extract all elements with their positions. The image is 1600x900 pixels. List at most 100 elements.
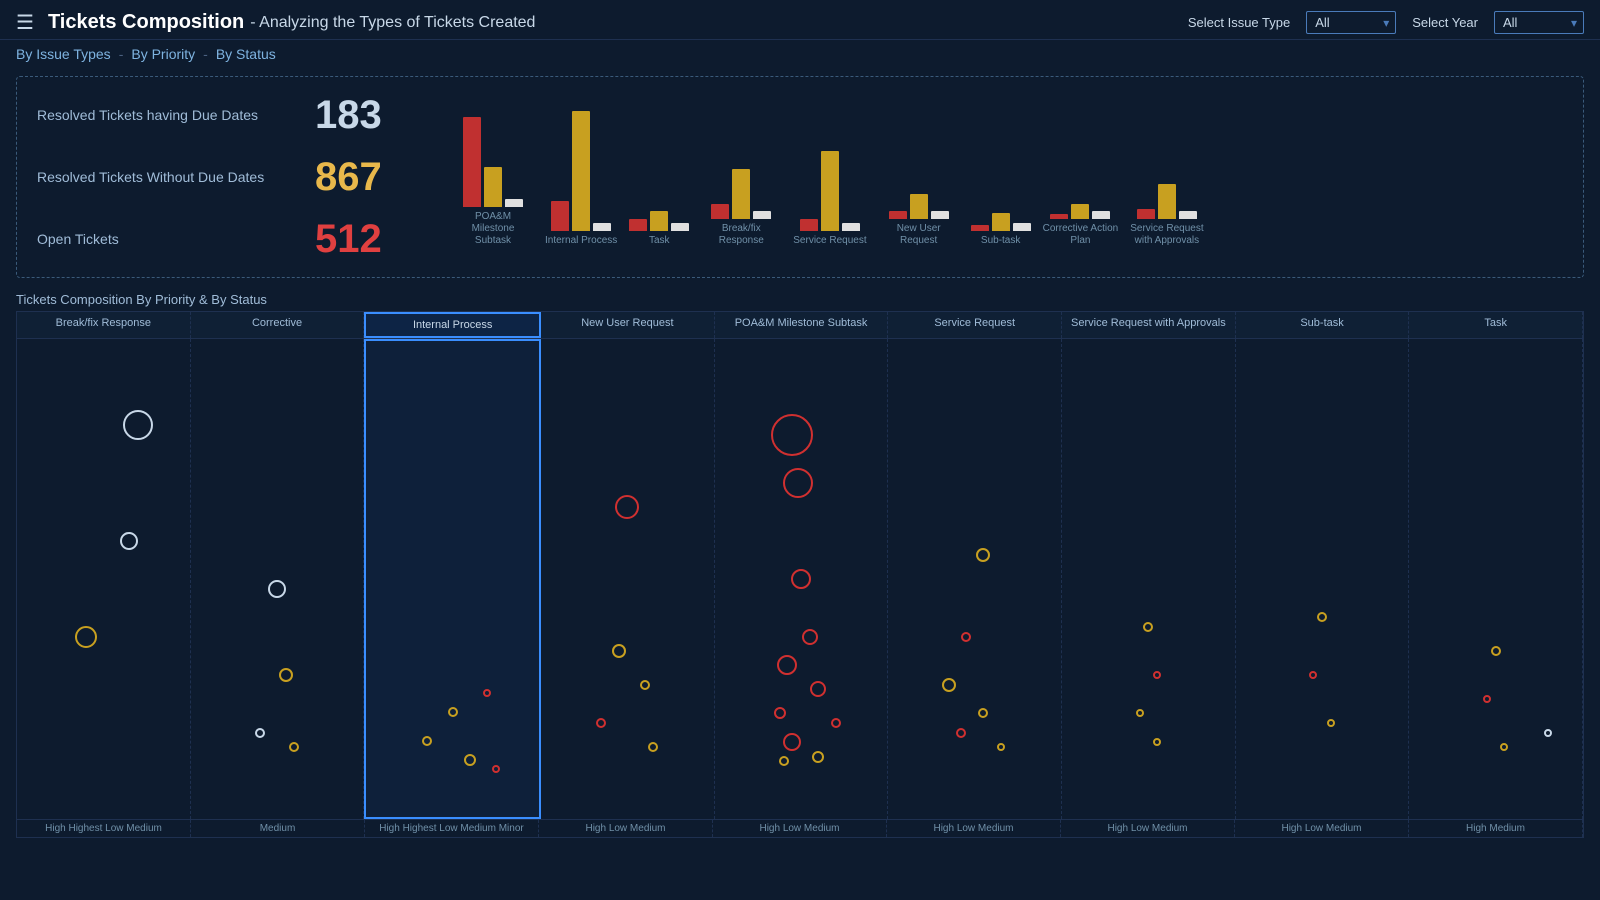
bubble-3-15 bbox=[596, 718, 606, 728]
nav-by-priority[interactable]: By Priority bbox=[131, 46, 195, 62]
bubble-1-4 bbox=[279, 668, 293, 682]
stat-label-1: Resolved Tickets Without Due Dates bbox=[37, 169, 297, 185]
stat-value-0: 183 bbox=[315, 95, 382, 135]
bubble-chart-body bbox=[17, 339, 1583, 819]
x-axis-cell-1: Medium bbox=[191, 820, 365, 837]
bar-label-8: Service Request with Approvals bbox=[1130, 223, 1203, 247]
bar-3-1 bbox=[732, 169, 750, 219]
bubble-8-42 bbox=[1483, 695, 1491, 703]
year-select[interactable]: All bbox=[1494, 11, 1584, 34]
bubble-chart-wrapper: Break/fix ResponseCorrectiveInternal Pro… bbox=[16, 311, 1584, 838]
bubble-0-2 bbox=[75, 626, 97, 648]
bar-4-0 bbox=[800, 219, 818, 231]
bubble-4-19 bbox=[791, 569, 811, 589]
bar-7-2 bbox=[1092, 211, 1110, 219]
bar-2-0 bbox=[629, 219, 647, 231]
summary-bar-chart: POA&M Milestone SubtaskInternal ProcessT… bbox=[417, 87, 1563, 267]
x-axis-cell-7: High Low Medium bbox=[1235, 820, 1409, 837]
issue-type-select[interactable]: All bbox=[1306, 11, 1396, 34]
bubble-3-13 bbox=[612, 644, 626, 658]
bar-group-8: Service Request with Approvals bbox=[1130, 184, 1203, 247]
bubble-1-5 bbox=[255, 728, 265, 738]
bar-label-5: New User Request bbox=[879, 223, 959, 247]
bar-0-1 bbox=[484, 167, 502, 207]
bubble-4-18 bbox=[783, 468, 813, 498]
col-header-4: POA&M Milestone Subtask bbox=[715, 312, 889, 338]
bubble-chart-title: Tickets Composition By Priority & By Sta… bbox=[0, 286, 1600, 311]
stat-label-0: Resolved Tickets having Due Dates bbox=[37, 107, 297, 123]
bubble-2-9 bbox=[448, 707, 458, 717]
col-header-2: Internal Process bbox=[364, 312, 541, 338]
x-axis-row: High Highest Low MediumMediumHigh Highes… bbox=[17, 819, 1583, 837]
bubble-2-10 bbox=[483, 689, 491, 697]
bubble-col-2 bbox=[364, 339, 541, 819]
bubble-5-32 bbox=[956, 728, 966, 738]
bubble-7-38 bbox=[1317, 612, 1327, 622]
x-axis-cell-3: High Low Medium bbox=[539, 820, 713, 837]
bubble-3-16 bbox=[648, 742, 658, 752]
bubble-5-33 bbox=[997, 743, 1005, 751]
bubble-5-31 bbox=[978, 708, 988, 718]
bubble-4-23 bbox=[774, 707, 786, 719]
bar-0-2 bbox=[505, 199, 523, 207]
bar-6-2 bbox=[1013, 223, 1031, 231]
bubble-0-1 bbox=[120, 532, 138, 550]
bar-group-5: New User Request bbox=[879, 194, 959, 247]
nav-links: By Issue Types - By Priority - By Status bbox=[0, 40, 1600, 68]
bubble-3-12 bbox=[615, 495, 639, 519]
bubble-2-8 bbox=[464, 754, 476, 766]
bubble-6-36 bbox=[1136, 709, 1144, 717]
bubble-7-39 bbox=[1309, 671, 1317, 679]
bubble-3-14 bbox=[640, 680, 650, 690]
bubble-4-17 bbox=[771, 414, 813, 456]
bubble-7-40 bbox=[1327, 719, 1335, 727]
col-header-3: New User Request bbox=[541, 312, 715, 338]
bar-3-0 bbox=[711, 204, 729, 219]
stat-label-2: Open Tickets bbox=[37, 231, 297, 247]
col-header-7: Sub-task bbox=[1236, 312, 1410, 338]
year-select-wrapper: All bbox=[1494, 11, 1584, 34]
bar-4-1 bbox=[821, 151, 839, 231]
bar-4-2 bbox=[842, 223, 860, 231]
x-axis-cell-8: High Medium bbox=[1409, 820, 1583, 837]
stat-row-0: Resolved Tickets having Due Dates 183 bbox=[37, 95, 417, 135]
col-headers: Break/fix ResponseCorrectiveInternal Pro… bbox=[17, 312, 1583, 339]
header-controls: Select Issue Type All Select Year All bbox=[1188, 11, 1584, 34]
bubble-1-6 bbox=[289, 742, 299, 752]
bubble-col-6 bbox=[1062, 339, 1236, 819]
stat-value-1: 867 bbox=[315, 157, 382, 197]
bubble-8-43 bbox=[1500, 743, 1508, 751]
col-header-6: Service Request with Approvals bbox=[1062, 312, 1236, 338]
bar-group-1: Internal Process bbox=[545, 111, 617, 247]
bubble-0-0 bbox=[123, 410, 153, 440]
bar-6-0 bbox=[971, 225, 989, 231]
bubble-6-35 bbox=[1153, 671, 1161, 679]
nav-by-status[interactable]: By Status bbox=[216, 46, 276, 62]
stat-row-1: Resolved Tickets Without Due Dates 867 bbox=[37, 157, 417, 197]
bubble-col-7 bbox=[1236, 339, 1410, 819]
bar-label-3: Break/fix Response bbox=[701, 223, 781, 247]
bar-1-2 bbox=[593, 223, 611, 231]
col-header-8: Task bbox=[1409, 312, 1583, 338]
bar-group-4: Service Request bbox=[793, 151, 866, 247]
bar-3-2 bbox=[753, 211, 771, 219]
bubble-col-0 bbox=[17, 339, 191, 819]
bar-5-1 bbox=[910, 194, 928, 219]
bar-group-0: POA&M Milestone Subtask bbox=[453, 117, 533, 247]
bubble-4-25 bbox=[783, 733, 801, 751]
bubble-col-8 bbox=[1409, 339, 1583, 819]
bar-7-0 bbox=[1050, 214, 1068, 219]
bar-group-6: Sub-task bbox=[971, 213, 1031, 247]
bar-group-3: Break/fix Response bbox=[701, 169, 781, 247]
bar-8-0 bbox=[1137, 209, 1155, 219]
bubble-8-41 bbox=[1491, 646, 1501, 656]
bar-2-2 bbox=[671, 223, 689, 231]
bubble-2-7 bbox=[422, 736, 432, 746]
nav-sep-1: - bbox=[119, 46, 124, 62]
menu-icon[interactable]: ☰ bbox=[16, 10, 34, 35]
nav-by-issue-types[interactable]: By Issue Types bbox=[16, 46, 111, 62]
x-axis-cell-0: High Highest Low Medium bbox=[17, 820, 191, 837]
bar-0-0 bbox=[463, 117, 481, 207]
bar-8-1 bbox=[1158, 184, 1176, 219]
bar-5-2 bbox=[931, 211, 949, 219]
